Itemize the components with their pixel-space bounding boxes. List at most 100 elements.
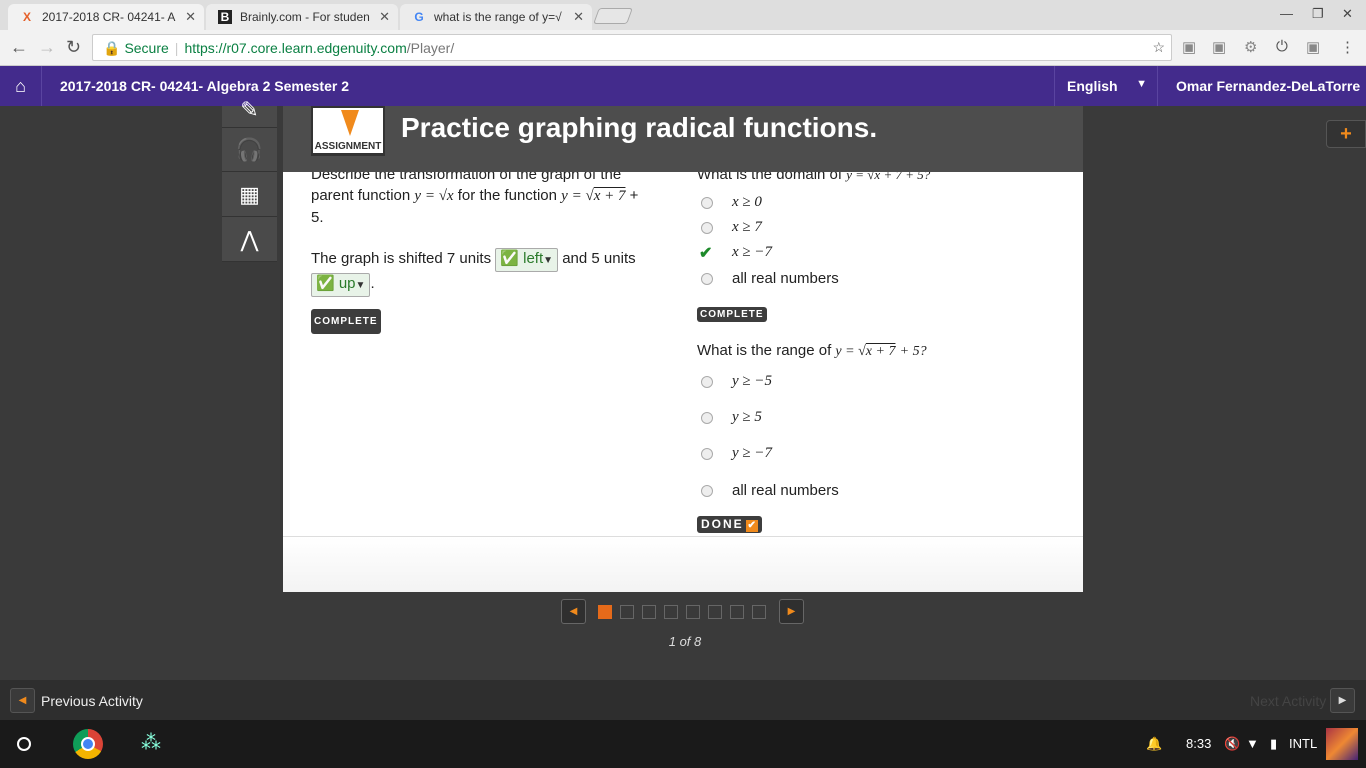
previous-activity-arrow-icon[interactable]: ◀ [10, 688, 35, 713]
page-3-button[interactable] [642, 605, 656, 619]
course-header-bar: ⌂ 2017-2018 CR- 04241- Algebra 2 Semeste… [0, 66, 1366, 106]
page-8-button[interactable] [752, 605, 766, 619]
checkmark-icon: ✔ [699, 245, 713, 262]
url-field[interactable]: 🔒 Secure | https://r07.core.learn.edgenuity… [92, 34, 1172, 61]
previous-page-button[interactable]: ◀ [561, 599, 586, 624]
back-arrow-icon[interactable]: ← [10, 37, 28, 58]
clock[interactable]: 8:33 [1186, 736, 1211, 751]
page-2-button[interactable] [620, 605, 634, 619]
extension-icon[interactable]: ⚙ [1244, 38, 1257, 56]
formula-icon[interactable]: ⋀ [222, 218, 277, 262]
question-text-line: Describe the transformation of the graph… [311, 172, 622, 183]
bookmark-star-icon[interactable]: ☆ [1152, 39, 1165, 56]
radio-button[interactable] [701, 448, 713, 460]
extension-icon[interactable]: ▣ [1306, 38, 1320, 56]
language-select[interactable]: English ▼ [1054, 66, 1158, 106]
avatar[interactable] [1326, 728, 1358, 760]
maximize-icon[interactable]: ❐ [1312, 6, 1324, 22]
dropdown-value: ✅ left [500, 250, 544, 267]
option-label: x ≥ 7 [732, 219, 762, 235]
radio-button[interactable] [701, 412, 713, 424]
menu-icon[interactable]: ⋮ [1340, 38, 1355, 56]
dropdown-value: ✅ up [316, 275, 356, 292]
option-label: y ≥ 5 [732, 409, 762, 425]
question-label: What is the domain of [697, 172, 843, 183]
lock-icon: 🔒 [103, 40, 121, 56]
user-name[interactable]: Omar Fernandez-DeLaTorre [1176, 78, 1360, 94]
tab-title: what is the range of y=√ [434, 10, 562, 24]
headphones-icon[interactable]: 🎧 [222, 128, 277, 172]
range-expression-tail: + 5? [899, 344, 927, 359]
done-button[interactable]: DONE ✔ [697, 516, 762, 533]
notification-bell-icon[interactable]: 🔔 [1146, 736, 1162, 752]
radio-button[interactable] [701, 273, 713, 285]
radio-button[interactable] [701, 376, 713, 388]
direction-dropdown-vertical[interactable]: ✅ up▼ [311, 273, 371, 297]
dropdown-arrow-icon: ▼ [355, 280, 366, 291]
question-text-part: parent function [311, 187, 411, 204]
close-tab-icon[interactable]: ✕ [573, 9, 584, 25]
activity-title: Practice graphing radical functions. [401, 112, 878, 143]
app-icon[interactable]: ⁂ [136, 730, 166, 758]
next-activity-link[interactable]: Next Activity [1250, 693, 1326, 709]
extension-icon[interactable]: ▣ [1182, 38, 1196, 56]
browser-tab-strip: X 2017-2018 CR- 04241- A ✕ B Brainly.com… [0, 0, 1366, 30]
reload-icon[interactable]: ↻ [66, 37, 81, 58]
calculator-icon[interactable]: ▦ [222, 173, 277, 217]
radio-button[interactable] [701, 485, 713, 497]
power-icon[interactable]: ⏻ [1276, 38, 1288, 55]
option-label: x ≥ −7 [732, 244, 773, 260]
os-taskbar: ⁂ 🔔 8:33 🔇 ▼ ▮ INTL [0, 720, 1366, 768]
next-page-button[interactable]: ▶ [779, 599, 804, 624]
page-count: 1 of 8 [668, 634, 702, 649]
browser-tab-brainly[interactable]: B Brainly.com - For studen ✕ [206, 4, 398, 30]
chrome-icon[interactable] [73, 729, 103, 759]
secure-label: Secure [124, 40, 169, 56]
direction-dropdown-horizontal[interactable]: ✅ left▼ [495, 248, 559, 272]
battery-icon[interactable]: ▮ [1270, 736, 1277, 752]
mute-icon[interactable]: 🔇 [1224, 736, 1240, 752]
extension-icon[interactable]: ▣ [1212, 38, 1226, 56]
page-5-button[interactable] [686, 605, 700, 619]
next-activity-arrow-icon[interactable]: ▶ [1330, 688, 1355, 713]
radio-button[interactable] [701, 222, 713, 234]
page-1-button[interactable] [598, 605, 612, 619]
previous-activity-link[interactable]: Previous Activity [41, 693, 143, 709]
chevron-down-icon: ▼ [1136, 78, 1147, 90]
close-tab-icon[interactable]: ✕ [185, 9, 196, 25]
checkbox-icon: ✔ [745, 520, 758, 532]
close-window-icon[interactable]: ✕ [1342, 6, 1353, 22]
activity-nav-bar: ◀ Previous Activity Next Activity ▶ [0, 680, 1366, 720]
page-4-button[interactable] [664, 605, 678, 619]
answer-text: . [370, 275, 375, 292]
activity-header: ASSIGNMENT Practice graphing radical fun… [283, 106, 1083, 172]
launcher-icon[interactable] [17, 737, 31, 751]
parent-function: y = √x [414, 188, 454, 204]
google-favicon-icon: G [414, 10, 424, 24]
function-lhs: y = √ [561, 188, 594, 204]
function-radicand: x + 7 [593, 188, 626, 204]
close-tab-icon[interactable]: ✕ [379, 9, 390, 25]
radio-button[interactable] [701, 197, 713, 209]
page-7-button[interactable] [730, 605, 744, 619]
forward-arrow-icon[interactable]: → [38, 37, 56, 58]
answer-sentence: The graph is shifted 7 units ✅ left▼ and… [311, 247, 661, 297]
domain-question-text: What is the domain of y = √x + 7 + 5? [697, 172, 930, 183]
edgenuity-favicon-icon: X [22, 10, 31, 24]
question-text-part: for the function [457, 187, 557, 204]
minimize-icon[interactable]: — [1280, 6, 1293, 21]
browser-tab-edgenuity[interactable]: X 2017-2018 CR- 04241- A ✕ [8, 4, 204, 30]
language-label: English [1067, 78, 1118, 94]
range-question-text: What is the range of y = √x + 7 + 5? [697, 342, 927, 360]
keyboard-layout[interactable]: INTL [1289, 736, 1317, 751]
question-label: What is the range of [697, 342, 832, 359]
brainly-favicon-icon: B [218, 10, 232, 24]
home-icon[interactable]: ⌂ [0, 66, 42, 106]
wifi-icon[interactable]: ▼ [1246, 736, 1259, 751]
new-tab-button[interactable] [593, 8, 633, 24]
pencil-tool-icon[interactable]: ✎ [222, 92, 277, 128]
page-6-button[interactable] [708, 605, 722, 619]
add-panel-button[interactable]: + [1326, 120, 1366, 148]
browser-tab-google[interactable]: G what is the range of y=√ ✕ [400, 4, 592, 30]
question-1: Describe the transformation of the graph… [311, 172, 661, 334]
